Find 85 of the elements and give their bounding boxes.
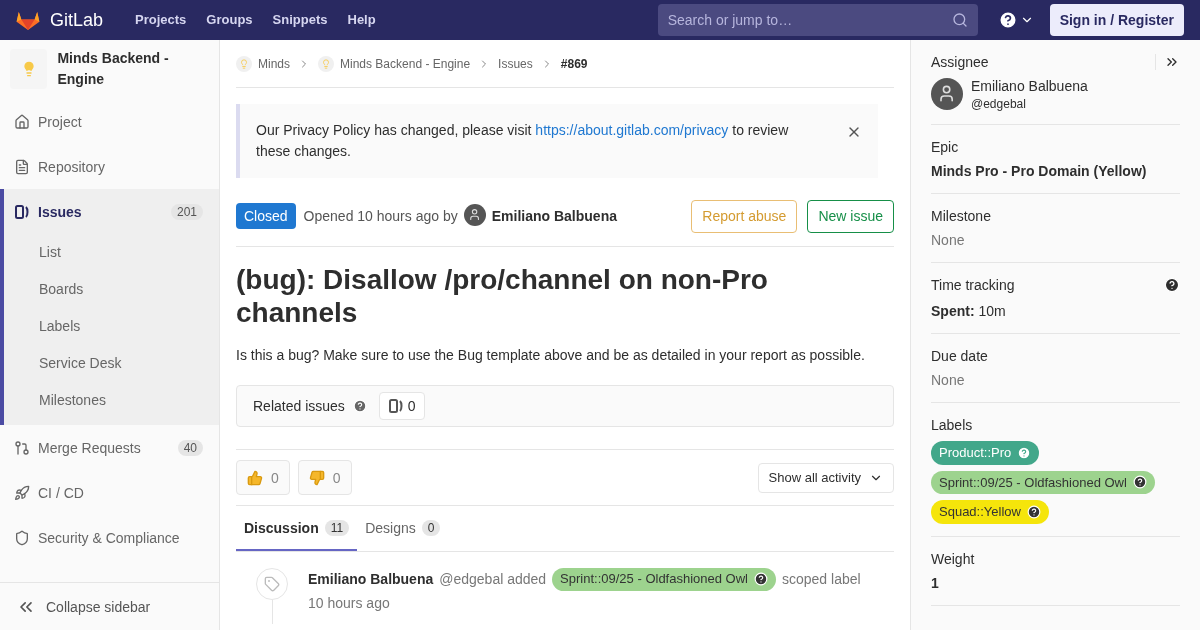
- breadcrumb-link[interactable]: Minds: [258, 55, 290, 72]
- sidebar-subitem[interactable]: Service Desk: [4, 345, 219, 382]
- help-icon: [1132, 475, 1147, 490]
- alert-message: Our Privacy Policy has changed, please visit https://about.gitlab.com/privacy to review these changes.: [256, 121, 790, 161]
- assignee-heading: Assignee: [931, 53, 989, 72]
- avatar: [463, 203, 486, 226]
- home-icon: [14, 113, 30, 130]
- sign-in-button[interactable]: Sign in / Register: [1049, 4, 1184, 36]
- sidebar-subitem[interactable]: Milestones: [4, 382, 219, 419]
- related-issues-title: Related issues: [253, 397, 345, 416]
- nav-link[interactable]: Projects: [135, 10, 187, 30]
- help-icon: [1017, 445, 1032, 460]
- note-author[interactable]: Emiliano Balbuena: [308, 569, 434, 590]
- scoped-label[interactable]: Sprint::09/25 - Oldfashioned Owl: [931, 470, 1155, 494]
- issues-icon: [387, 398, 404, 414]
- note-time: 10 hours ago: [308, 593, 391, 613]
- search-icon: [951, 12, 968, 28]
- avatar: [931, 78, 963, 110]
- scoped-label[interactable]: Squad::Yellow: [931, 500, 1049, 524]
- sidebar-item[interactable]: Security & Compliance: [4, 515, 219, 560]
- weight-value: 1: [931, 573, 940, 593]
- epic-heading: Epic: [931, 138, 960, 157]
- tab[interactable]: Designs 0: [357, 506, 449, 551]
- count-badge: 201: [170, 203, 203, 220]
- group-avatar: [236, 55, 252, 72]
- status-badge: Closed: [236, 203, 296, 229]
- help-icon: [1026, 504, 1041, 519]
- sidebar-item[interactable]: Project: [4, 99, 219, 144]
- scoped-label[interactable]: Sprint::09/25 - Oldfashioned Owl: [552, 568, 776, 591]
- note-action: @edgebal added: [439, 570, 547, 590]
- help-icon: [754, 572, 768, 587]
- related-issues-count: 0: [378, 392, 425, 420]
- opened-text: Opened 10 hours ago by: [303, 207, 458, 226]
- milestone-value: None: [931, 231, 966, 250]
- thumbs-up-icon: [247, 469, 263, 486]
- group-avatar: [318, 55, 334, 72]
- help-icon[interactable]: [1164, 277, 1180, 293]
- sidebar-subitem[interactable]: Boards: [4, 271, 219, 308]
- issue-description: Is this a bug? Make sure to use the Bug template above and be as detailed in your report as possible.: [236, 346, 866, 365]
- author-link[interactable]: Emiliano Balbuena: [491, 206, 617, 226]
- rocket-icon: [14, 484, 30, 501]
- help-icon: [997, 10, 1018, 30]
- milestone-heading: Milestone: [931, 207, 992, 226]
- breadcrumb-link[interactable]: Issues: [498, 55, 533, 72]
- sidebar-item[interactable]: Issues 201: [4, 189, 219, 234]
- privacy-link[interactable]: https://about.gitlab.com/privacy: [535, 122, 729, 138]
- new-issue-button[interactable]: New issue: [807, 199, 894, 233]
- help-icon: [352, 399, 367, 413]
- epic-value: Minds Pro - Pro Domain (Yellow): [931, 162, 1148, 181]
- weight-heading: Weight: [931, 549, 976, 569]
- thumbs-down-icon: [308, 469, 325, 486]
- issue-title: (bug): Disallow /pro/channel on non-Pro channels: [236, 263, 769, 329]
- assignee-name[interactable]: Emiliano Balbuena: [971, 76, 1088, 96]
- collapse-sidebar-button[interactable]: Collapse sidebar: [0, 582, 219, 630]
- due-date-value: None: [931, 371, 966, 390]
- sidebar-subitem[interactable]: List: [4, 234, 219, 271]
- count-badge: 40: [177, 439, 203, 456]
- search-field[interactable]: Search or jump to…: [657, 4, 978, 36]
- thumbs-up-button[interactable]: 0: [236, 460, 290, 495]
- sidebar-item[interactable]: Repository: [4, 144, 219, 189]
- time-spent: Spent: 10m: [931, 302, 1007, 321]
- time-tracking-heading: Time tracking: [931, 276, 1015, 295]
- nav-link[interactable]: Help: [347, 10, 376, 30]
- project-name[interactable]: Minds Backend - Engine: [57, 48, 209, 90]
- sidebar-item[interactable]: Merge Requests 40: [4, 425, 219, 470]
- thumbs-down-button[interactable]: 0: [297, 460, 352, 495]
- labels-heading: Labels: [931, 416, 974, 435]
- tab[interactable]: Discussion 11: [236, 506, 358, 551]
- breadcrumb-link[interactable]: Minds Backend - Engine: [340, 55, 471, 72]
- shield-icon: [14, 529, 30, 546]
- note-suffix: scoped label: [782, 570, 861, 590]
- project-avatar: [10, 49, 48, 89]
- nav-link[interactable]: Groups: [206, 10, 253, 30]
- issues-icon: [14, 203, 30, 220]
- help-menu-button[interactable]: [997, 10, 1034, 30]
- nav-link[interactable]: Snippets: [272, 10, 328, 30]
- breadcrumb-link[interactable]: #869: [560, 55, 588, 72]
- due-date-heading: Due date: [931, 347, 989, 366]
- merge-request-icon: [14, 439, 30, 456]
- logo-text[interactable]: GitLab: [50, 6, 104, 34]
- document-icon: [14, 158, 30, 175]
- sidebar-subitem[interactable]: Labels: [4, 308, 219, 345]
- assignee-handle: @edgebal: [971, 96, 1027, 112]
- sidebar-item[interactable]: CI / CD: [4, 470, 219, 515]
- activity-filter-dropdown[interactable]: Show all activity: [757, 462, 894, 493]
